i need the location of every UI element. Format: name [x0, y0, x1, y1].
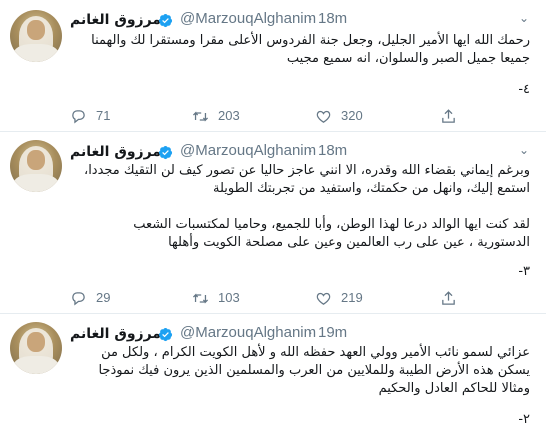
avatar[interactable]: [10, 140, 62, 192]
timestamp[interactable]: 18m: [318, 141, 347, 161]
reply-count: 29: [96, 290, 111, 305]
retweet-icon: [192, 111, 209, 122]
handle[interactable]: @MarzouqAlghanim: [180, 323, 316, 343]
tweet-line: الدستورية ، عين على رب العالمين وعين على…: [168, 235, 530, 250]
display-name[interactable]: مرزوق الغانم: [70, 142, 161, 162]
verified-icon: [158, 145, 173, 160]
retweet-icon: [192, 293, 209, 304]
avatar[interactable]: [10, 322, 62, 374]
tweet-text: عزائي لسمو نائب الأمير وولي العهد حفظه ا…: [70, 344, 530, 398]
reply-count: 71: [96, 108, 111, 123]
separator: ·: [308, 142, 313, 159]
tweet-header: مرزوق الغانم @MarzouqAlghanim · 19m: [70, 324, 532, 344]
tweet-text: وبرغم إيماني بقضاء الله وقدره، الا انني …: [70, 162, 530, 252]
timeline: مرزوق الغانم @MarzouqAlghanim · 18m ⌄ رح…: [0, 0, 546, 443]
handle[interactable]: @MarzouqAlghanim: [180, 9, 316, 29]
reply-icon: [72, 110, 85, 124]
verified-icon: [158, 13, 173, 28]
tweet-header: مرزوق الغانم @MarzouqAlghanim · 18m ⌄: [70, 142, 532, 162]
handle[interactable]: @MarzouqAlghanim: [180, 141, 316, 161]
retweet-count: 103: [218, 290, 240, 305]
display-name[interactable]: مرزوق الغانم: [70, 10, 161, 30]
like-count: 219: [341, 290, 363, 305]
reply-icon: [72, 292, 85, 306]
retweet-count: 203: [218, 108, 240, 123]
tweet[interactable]: مرزوق الغانم @MarzouqAlghanim · 19m عزائ…: [0, 314, 546, 443]
tweet-actions: 71 203 320: [70, 106, 500, 126]
separator: ·: [308, 10, 313, 27]
like-count: 320: [341, 108, 363, 123]
tweet-line: ومثالا للحاكم العادل والحكيم: [378, 381, 530, 396]
verified-icon: [158, 327, 173, 342]
chevron-down-icon[interactable]: ⌄: [516, 140, 532, 157]
thread-counter: ٤-: [518, 82, 530, 97]
heart-icon: [316, 110, 331, 123]
tweet[interactable]: مرزوق الغانم @MarzouqAlghanim · 18m ⌄ وب…: [0, 132, 546, 314]
thread-counter: ٣-: [518, 264, 530, 279]
display-name[interactable]: مرزوق الغانم: [70, 324, 161, 344]
avatar[interactable]: [10, 10, 62, 62]
thread-counter: ٢-: [518, 412, 530, 427]
tweet-header: مرزوق الغانم @MarzouqAlghanim · 18m ⌄: [70, 10, 532, 30]
timestamp[interactable]: 19m: [318, 323, 347, 343]
tweet-line: يسكن هذه الأرض الطيبة وللملايين من العرب…: [98, 363, 530, 378]
tweet-line: عزائي لسمو نائب الأمير وولي العهد حفظه ا…: [101, 345, 530, 360]
tweet-line: استمع إليك، وانهل من حكمتك، واستفيد من ت…: [213, 181, 530, 196]
tweet-line: [70, 198, 530, 216]
separator: ·: [308, 324, 313, 341]
heart-icon: [316, 292, 331, 305]
tweet-line: جميعا جميل الصبر والسلوان، انه سميع مجيب: [286, 51, 530, 66]
tweet-actions: 29 103 219: [70, 288, 500, 308]
tweet[interactable]: مرزوق الغانم @MarzouqAlghanim · 18m ⌄ رح…: [0, 0, 546, 132]
tweet-text: رحمك الله ايها الأمير الجليل، وجعل جنة ا…: [70, 32, 530, 68]
tweet-line: وبرغم إيماني بقضاء الله وقدره، الا انني …: [84, 163, 530, 178]
chevron-down-icon[interactable]: ⌄: [516, 8, 532, 25]
tweet-line: لقد كنت ايها الوالد درعا لهذا الوطن، وأب…: [133, 217, 530, 232]
timestamp[interactable]: 18m: [318, 9, 347, 29]
share-icon: [442, 291, 455, 305]
share-icon: [442, 109, 455, 123]
tweet-line: رحمك الله ايها الأمير الجليل، وجعل جنة ا…: [91, 33, 530, 48]
